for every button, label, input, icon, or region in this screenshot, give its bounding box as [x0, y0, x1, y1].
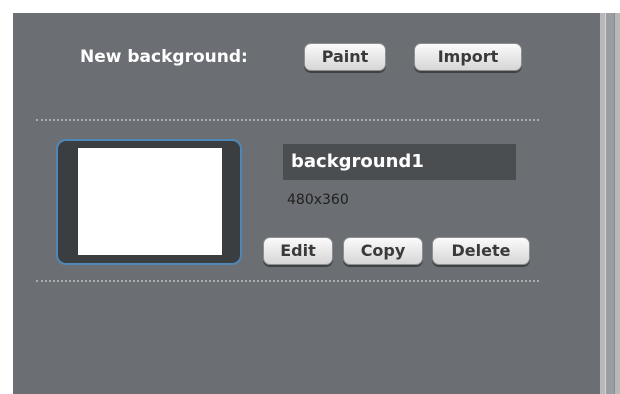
edit-button[interactable]: Edit [263, 237, 333, 265]
delete-button[interactable]: Delete [432, 237, 530, 265]
background-size-text: 480x360 [287, 192, 349, 208]
divider-top [36, 119, 539, 121]
scrollbar-track[interactable] [605, 13, 615, 394]
new-background-label: New background: [80, 47, 248, 67]
background-name-field[interactable] [283, 144, 516, 180]
import-button[interactable]: Import [414, 43, 522, 71]
copy-button[interactable]: Copy [343, 237, 423, 265]
divider-bottom [36, 280, 539, 282]
paint-button[interactable]: Paint [304, 43, 386, 71]
background-thumbnail[interactable] [78, 148, 222, 255]
backgrounds-pane: New background: Paint Import 480x360 Edi… [0, 0, 620, 394]
